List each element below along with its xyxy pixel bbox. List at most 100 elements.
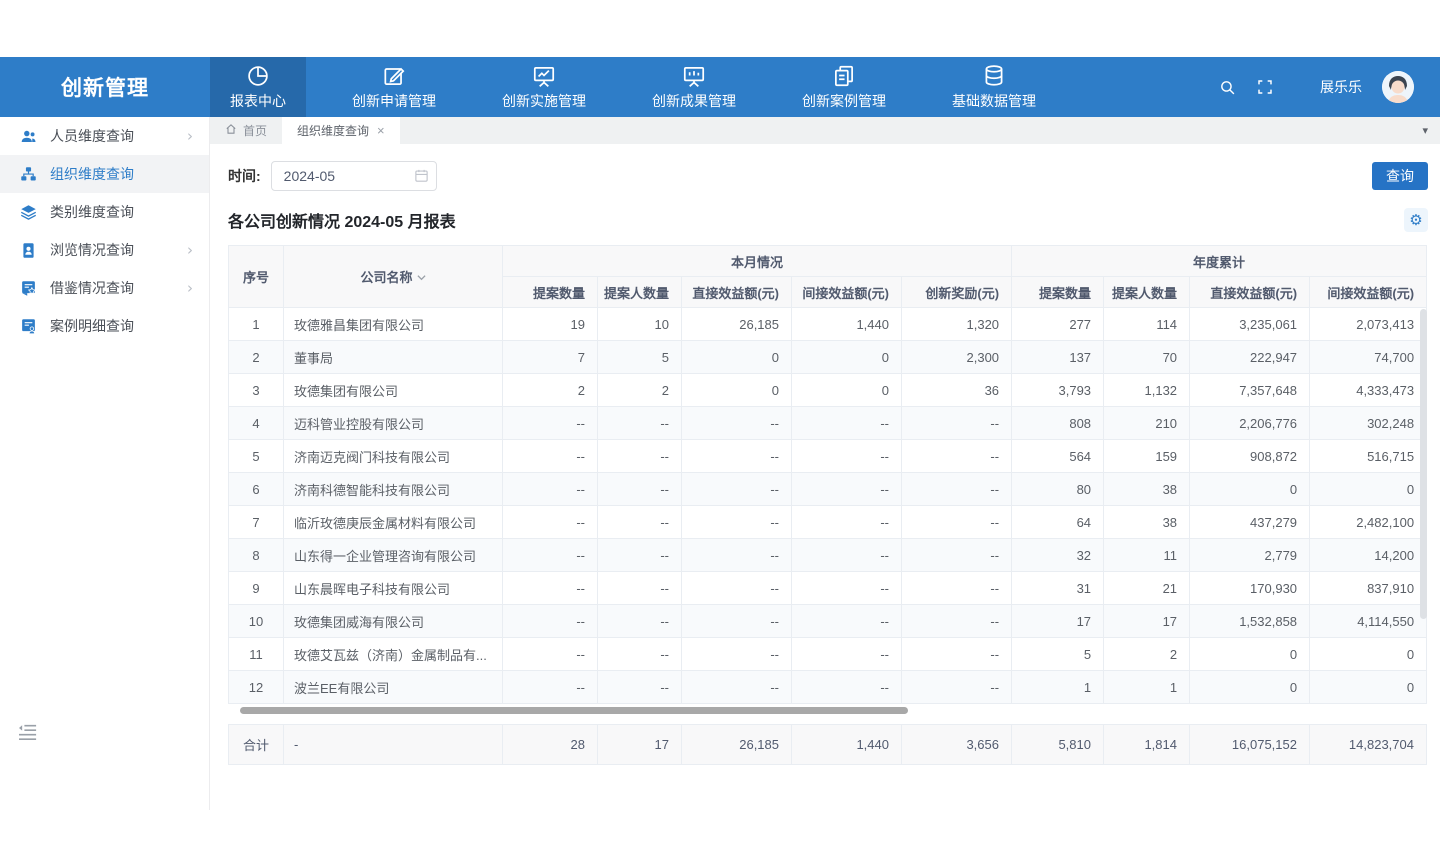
row-cell: 2 (598, 374, 682, 407)
table-row[interactable]: 10 玫德集团威海有限公司 -- -- -- -- -- 17 17 1,532… (229, 605, 1427, 638)
col-header: 提案数量 (1012, 277, 1104, 308)
row-cell: 302,248 (1310, 407, 1427, 440)
row-no: 8 (229, 539, 284, 572)
row-cell: 26,185 (682, 308, 792, 341)
time-filter-input[interactable] (271, 161, 437, 191)
avatar[interactable] (1382, 71, 1414, 103)
table-row[interactable]: 2 董事局 7 5 0 0 2,300 137 70 222,947 74,70… (229, 341, 1427, 374)
table-row[interactable]: 3 玫德集团有限公司 2 2 0 0 36 3,793 1,132 7,357,… (229, 374, 1427, 407)
vertical-scrollbar[interactable] (1420, 309, 1427, 619)
row-cell: -- (792, 473, 902, 506)
sidebar-item-person-dimension[interactable]: 人员维度查询 › (0, 117, 209, 155)
search-icon[interactable] (1218, 78, 1236, 96)
row-cell: 32 (1012, 539, 1104, 572)
sidebar-collapse-icon[interactable] (18, 723, 38, 741)
row-cell: 2 (1104, 638, 1190, 671)
filter-bar: 时间: 查询 (228, 161, 1428, 191)
table-row[interactable]: 4 迈科管业控股有限公司 -- -- -- -- -- 808 210 2,20… (229, 407, 1427, 440)
row-no: 2 (229, 341, 284, 374)
sidebar-item-label: 浏览情况查询 (50, 240, 187, 260)
row-cell: 1,320 (902, 308, 1012, 341)
row-cell: -- (902, 539, 1012, 572)
row-cell: -- (682, 407, 792, 440)
row-cell: -- (503, 638, 598, 671)
sidebar-item-case-detail[interactable]: 案例明细查询 (0, 307, 209, 345)
row-cell: -- (902, 671, 1012, 704)
row-cell: -- (902, 638, 1012, 671)
table-row[interactable]: 6 济南科德智能科技有限公司 -- -- -- -- -- 80 38 0 0 (229, 473, 1427, 506)
row-cell: 564 (1012, 440, 1104, 473)
calendar-icon[interactable] (414, 168, 429, 188)
table-row[interactable]: 1 玫德雅昌集团有限公司 19 10 26,185 1,440 1,320 27… (229, 308, 1427, 341)
horizontal-scrollbar[interactable] (240, 707, 908, 714)
table-row[interactable]: 9 山东晨晖电子科技有限公司 -- -- -- -- -- 31 21 170,… (229, 572, 1427, 605)
table-row[interactable]: 5 济南迈克阀门科技有限公司 -- -- -- -- -- 564 159 90… (229, 440, 1427, 473)
row-cell: 0 (792, 341, 902, 374)
row-cell: -- (598, 506, 682, 539)
sidebar: 人员维度查询 › 组织维度查询 类别维度查询 浏览情况查询 › (0, 117, 210, 810)
app-title: 创新管理 (0, 57, 210, 117)
nav-item-innovation-achievement[interactable]: 创新成果管理 (632, 57, 756, 117)
sidebar-item-reference-status[interactable]: 借鉴情况查询 › (0, 269, 209, 307)
row-cell: -- (682, 440, 792, 473)
row-cell: -- (902, 572, 1012, 605)
col-header-company[interactable]: 公司名称 (284, 246, 503, 308)
row-cell: -- (598, 407, 682, 440)
people-icon (20, 128, 37, 145)
nav-item-base-data[interactable]: 基础数据管理 (932, 57, 1056, 117)
nav-item-report-center[interactable]: 报表中心 (210, 57, 306, 117)
row-cell: 3,793 (1012, 374, 1104, 407)
row-cell: 4,114,550 (1310, 605, 1427, 638)
row-cell: -- (682, 605, 792, 638)
query-button[interactable]: 查询 (1372, 162, 1428, 190)
fullscreen-icon[interactable] (1256, 78, 1274, 96)
table-row[interactable]: 8 山东得一企业管理咨询有限公司 -- -- -- -- -- 32 11 2,… (229, 539, 1427, 572)
sidebar-item-org-dimension[interactable]: 组织维度查询 (0, 155, 209, 193)
col-header: 直接效益额(元) (682, 277, 792, 308)
row-company: 临沂玫德庚辰金属材料有限公司 (284, 506, 503, 539)
sidebar-item-category-dimension[interactable]: 类别维度查询 (0, 193, 209, 231)
tab-home[interactable]: 首页 (210, 117, 282, 144)
row-cell: 837,910 (1310, 572, 1427, 605)
chevron-down-icon (417, 269, 426, 284)
username[interactable]: 展乐乐 (1320, 77, 1362, 97)
nav-item-innovation-application[interactable]: 创新申请管理 (332, 57, 456, 117)
row-cell: -- (792, 440, 902, 473)
table-row[interactable]: 7 临沂玫德庚辰金属材料有限公司 -- -- -- -- -- 64 38 43… (229, 506, 1427, 539)
row-cell: -- (598, 671, 682, 704)
col-header: 提案人数量 (1104, 277, 1190, 308)
row-cell: 80 (1012, 473, 1104, 506)
row-no: 10 (229, 605, 284, 638)
col-header: 间接效益额(元) (792, 277, 902, 308)
main-content: 时间: 查询 各公司创新情况 2024-05 月报表 ⚙ (210, 144, 1440, 810)
row-cell: -- (792, 638, 902, 671)
row-cell: 21 (1104, 572, 1190, 605)
documents-icon (831, 63, 857, 89)
total-cell: 26,185 (682, 725, 792, 765)
row-cell: -- (503, 605, 598, 638)
close-icon[interactable]: × (377, 123, 385, 138)
layers-icon (20, 204, 37, 221)
row-cell: -- (503, 473, 598, 506)
sidebar-item-label: 人员维度查询 (50, 126, 187, 146)
nav-item-innovation-implementation[interactable]: 创新实施管理 (482, 57, 606, 117)
row-cell: 2,206,776 (1190, 407, 1310, 440)
total-label: 合计 (229, 725, 284, 765)
table-row[interactable]: 11 玫德艾瓦兹（济南）金属制品有... -- -- -- -- -- 5 2 … (229, 638, 1427, 671)
row-cell: 0 (682, 341, 792, 374)
gear-icon[interactable]: ⚙ (1404, 208, 1428, 232)
report-title-row: 各公司创新情况 2024-05 月报表 ⚙ (228, 208, 1428, 232)
tab-list-dropdown-icon[interactable]: ▾ (1422, 124, 1440, 137)
row-cell: 38 (1104, 473, 1190, 506)
chevron-right-icon: › (187, 127, 193, 145)
total-cell: 14,823,704 (1310, 725, 1427, 765)
tab-org-dimension[interactable]: 组织维度查询 × (282, 117, 400, 144)
nav-item-innovation-case[interactable]: 创新案例管理 (782, 57, 906, 117)
table-row[interactable]: 12 波兰EE有限公司 -- -- -- -- -- 1 1 0 0 (229, 671, 1427, 704)
sidebar-item-browse-status[interactable]: 浏览情况查询 › (0, 231, 209, 269)
nav-item-label: 创新成果管理 (652, 91, 736, 111)
top-navigation: 报表中心 创新申请管理 创新实施管理 创新成果管理 (210, 57, 1082, 117)
tab-label: 首页 (243, 122, 267, 139)
nav-item-label: 创新案例管理 (802, 91, 886, 111)
row-cell: 70 (1104, 341, 1190, 374)
